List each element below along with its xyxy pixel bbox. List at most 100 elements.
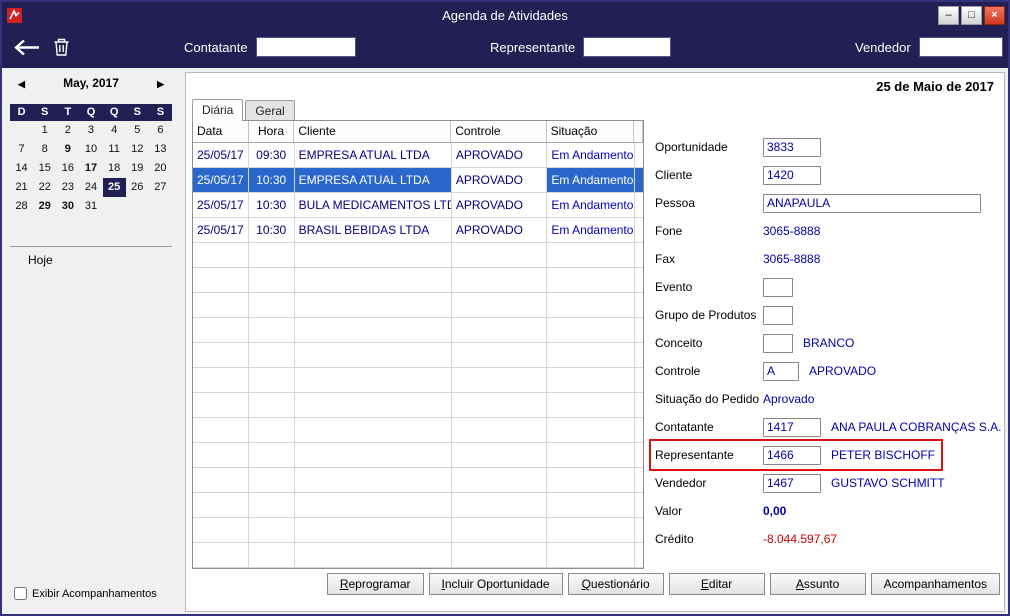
calendar-day-15[interactable]: 15 (33, 159, 56, 178)
form-input-conceito[interactable] (763, 333, 793, 353)
form-input-representante[interactable] (763, 445, 821, 465)
calendar-day-27[interactable]: 27 (149, 178, 172, 197)
calendar-day-7[interactable]: 7 (10, 140, 33, 159)
calendar-day-31[interactable]: 31 (79, 197, 102, 216)
cell-hora: 10:30 (248, 218, 295, 243)
toolbar-contatante-input[interactable] (255, 37, 356, 57)
calendar-day-9[interactable]: 9 (56, 140, 79, 159)
table-row-empty[interactable] (193, 293, 643, 318)
cell-data: 25/05/17 (193, 193, 249, 218)
calendar-day-3[interactable]: 3 (79, 121, 102, 140)
trash-icon[interactable] (52, 37, 71, 57)
table-row-2[interactable]: 25/05/17 10:30 BULA MEDICAMENTOS LTDA APROV… (193, 193, 643, 218)
column-header-controle[interactable]: Controle (451, 121, 547, 143)
table-row-0[interactable]: 25/05/17 09:30 EMPRESA ATUAL LTDA APROVADO E… (193, 143, 643, 168)
calendar-prev-icon[interactable]: ◀ (18, 79, 25, 90)
button-editar[interactable]: Editar (668, 573, 765, 595)
calendar-today-label[interactable]: Hoje (10, 253, 172, 267)
column-header-situacao[interactable]: Situação (546, 121, 634, 143)
tab-diaria[interactable]: Diária (192, 99, 244, 121)
calendar-day-12[interactable]: 12 (126, 140, 149, 159)
cell-filler (635, 518, 643, 543)
form-row-oportunidade: Oportunidade (655, 133, 1001, 161)
form-input-grupo-de-produtos[interactable] (763, 305, 793, 325)
toolbar-representante-input[interactable] (583, 37, 672, 57)
calendar-day-1[interactable]: 1 (33, 121, 56, 140)
form-input-oportunidade[interactable] (763, 137, 821, 157)
calendar-day-17[interactable]: 17 (79, 159, 102, 178)
cell-empty (193, 543, 249, 568)
calendar-day-25[interactable]: 25 (102, 178, 126, 197)
form-row-conceito: Conceito BRANCO (655, 329, 1001, 357)
maximize-button[interactable]: □ (961, 5, 982, 25)
button-incluir-oportunidade[interactable]: Incluir Oportunidade (428, 573, 563, 595)
form-input-vendedor[interactable] (763, 473, 821, 493)
calendar-day-28[interactable]: 28 (10, 197, 33, 216)
calendar-day-13[interactable]: 13 (149, 140, 172, 159)
calendar-day-30[interactable]: 30 (56, 197, 79, 216)
calendar-day-20[interactable]: 20 (149, 159, 172, 178)
button-reprogramar[interactable]: Reprogramar (326, 573, 424, 595)
calendar-day-29[interactable]: 29 (33, 197, 56, 216)
form-input-contatante[interactable] (763, 417, 821, 437)
table-row-empty[interactable] (193, 493, 643, 518)
table-row-empty[interactable] (193, 268, 643, 293)
table-row-empty[interactable] (193, 443, 643, 468)
close-button[interactable]: × (984, 5, 1005, 25)
column-header-data[interactable]: Data (193, 121, 249, 143)
cell-empty (193, 493, 249, 518)
back-icon[interactable] (14, 39, 40, 56)
minimize-button[interactable]: – (938, 5, 959, 25)
table-row-empty[interactable] (193, 418, 643, 443)
calendar-day-2[interactable]: 2 (56, 121, 79, 140)
form-input-evento[interactable] (763, 277, 793, 297)
form-input-pessoa[interactable] (763, 193, 981, 213)
column-header-cliente[interactable]: Cliente (294, 121, 452, 143)
show-followups-checkbox[interactable] (14, 587, 27, 600)
table-row-empty[interactable] (193, 518, 643, 543)
form-input-cliente[interactable] (763, 165, 821, 185)
table-row-3[interactable]: 25/05/17 10:30 BRASIL BEBIDAS LTDA APROVADO… (193, 218, 643, 243)
cell-empty (451, 368, 548, 393)
cell-empty (248, 318, 295, 343)
calendar-day-21[interactable]: 21 (10, 178, 33, 197)
calendar-day-19[interactable]: 19 (126, 159, 149, 178)
table-row-empty[interactable] (193, 243, 643, 268)
calendar-day-10[interactable]: 10 (79, 140, 102, 159)
table-row-1[interactable]: 25/05/17 10:30 EMPRESA ATUAL LTDA APROVADO E… (193, 168, 643, 193)
button-acompanhamentos[interactable]: Acompanhamentos (870, 573, 1000, 595)
toolbar-vendedor-input[interactable] (918, 37, 1003, 57)
calendar-day-5[interactable]: 5 (126, 121, 149, 140)
calendar-day-4[interactable]: 4 (103, 121, 126, 140)
form-input-controle[interactable] (763, 361, 799, 381)
column-header-hora[interactable]: Hora (248, 121, 295, 143)
table-row-empty[interactable] (193, 318, 643, 343)
calendar-day-11[interactable]: 11 (103, 140, 126, 159)
cell-empty (547, 268, 635, 293)
cell-empty (294, 518, 452, 543)
table-row-empty[interactable] (193, 393, 643, 418)
form-row-controle: Controle APROVADO (655, 357, 1001, 385)
calendar-day-24[interactable]: 24 (79, 178, 102, 197)
calendar-day-22[interactable]: 22 (33, 178, 56, 197)
cell-empty (294, 243, 452, 268)
calendar-day-6[interactable]: 6 (149, 121, 172, 140)
button-questionario[interactable]: Questionário (567, 573, 664, 595)
table-row-empty[interactable] (193, 468, 643, 493)
cell-hora: 09:30 (248, 143, 295, 168)
table-row-empty[interactable] (193, 343, 643, 368)
calendar-day-8[interactable]: 8 (33, 140, 56, 159)
show-followups-checkbox-row[interactable]: Exibir Acompanhamentos (14, 587, 157, 600)
tab-geral[interactable]: Geral (245, 100, 295, 121)
form-label-contatante: Contatante (655, 420, 714, 434)
button-assunto[interactable]: Assunto (769, 573, 866, 595)
calendar-next-icon[interactable]: ▶ (157, 79, 164, 90)
table-row-empty[interactable] (193, 543, 643, 568)
table-row-empty[interactable] (193, 368, 643, 393)
cell-hora: 10:30 (248, 168, 295, 193)
calendar-day-14[interactable]: 14 (10, 159, 33, 178)
calendar-day-23[interactable]: 23 (56, 178, 79, 197)
calendar-day-26[interactable]: 26 (126, 178, 149, 197)
calendar-day-16[interactable]: 16 (56, 159, 79, 178)
calendar-day-18[interactable]: 18 (103, 159, 126, 178)
